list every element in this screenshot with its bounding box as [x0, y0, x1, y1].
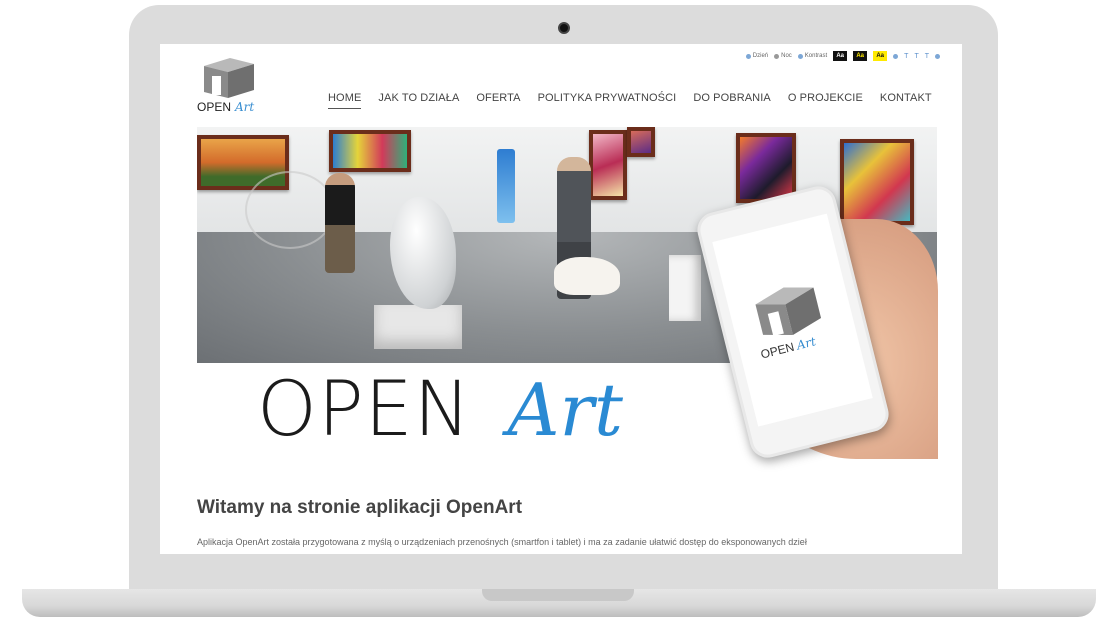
contrast-white-on-black-button[interactable]: Aa [833, 51, 848, 61]
nav-home[interactable]: HOME [328, 92, 362, 109]
site-logo[interactable]: OPEN Art [197, 54, 267, 118]
logo-cube-icon [204, 58, 254, 98]
painting [589, 130, 627, 200]
nav-about-project[interactable]: O PROJEKCIE [788, 92, 863, 109]
theme-day-option[interactable]: Dzień [745, 53, 769, 59]
contrast-yellow-on-black-button[interactable]: Aa [853, 51, 868, 61]
accessibility-bar: Dzień Noc Kontrast Aa Aa Aa T T T [745, 51, 940, 61]
main-nav: HOME JAK TO DZIAŁA OFERTA POLITYKA PRYWA… [328, 92, 932, 109]
font-size-reset-icon[interactable] [893, 53, 899, 59]
radio-dot-icon [774, 53, 780, 59]
settings-icon[interactable] [935, 53, 940, 59]
logo-cube-icon [755, 287, 822, 337]
brand-art-text: Art [507, 368, 623, 452]
welcome-text: Aplikacja OpenArt została przygotowana z… [197, 537, 807, 547]
theme-contrast-label: Kontrast [804, 53, 828, 59]
theme-day-label: Dzień [752, 53, 769, 59]
webcam-icon [558, 22, 570, 34]
nav-downloads[interactable]: DO POBRANIA [693, 92, 771, 109]
hero-brand: OPEN Art [257, 364, 623, 453]
info-kiosk [497, 149, 515, 223]
laptop-notch [482, 589, 634, 601]
brand-open-text: OPEN [257, 364, 472, 453]
sculpture-pedestal [374, 305, 462, 349]
nav-contact[interactable]: KONTAKT [880, 92, 932, 109]
theme-night-label: Noc [781, 53, 792, 59]
visitor-figure [325, 173, 355, 273]
theme-night-option[interactable]: Noc [774, 53, 792, 59]
nav-privacy-policy[interactable]: POLITYKA PRYWATNOŚCI [538, 92, 677, 109]
radio-dot-icon [797, 53, 803, 59]
logo-open-text: OPEN [197, 100, 232, 114]
browser-screen: Dzień Noc Kontrast Aa Aa Aa T T T OPEN Ar… [160, 44, 962, 554]
font-size-medium-button[interactable]: T [914, 53, 918, 60]
painting [329, 130, 411, 172]
welcome-title: Witamy na stronie aplikacji OpenArt [197, 497, 523, 518]
theme-contrast-option[interactable]: Kontrast [797, 53, 828, 59]
font-size-small-button[interactable]: T [904, 53, 908, 60]
guide-dog-figure [554, 257, 620, 295]
painting [627, 127, 655, 157]
hand-sculpture-pedestal [669, 255, 701, 321]
nav-offer[interactable]: OFERTA [476, 92, 520, 109]
phone-logo-art-text: Art [795, 334, 818, 353]
font-size-large-button[interactable]: T [925, 53, 929, 60]
nav-how-it-works[interactable]: JAK TO DZIAŁA [378, 92, 459, 109]
logo-art-text: Art [235, 100, 255, 114]
bicycle-sculpture [245, 171, 335, 249]
radio-dot-icon [745, 53, 751, 59]
contrast-black-on-yellow-button[interactable]: Aa [873, 51, 888, 61]
painting [840, 139, 914, 225]
